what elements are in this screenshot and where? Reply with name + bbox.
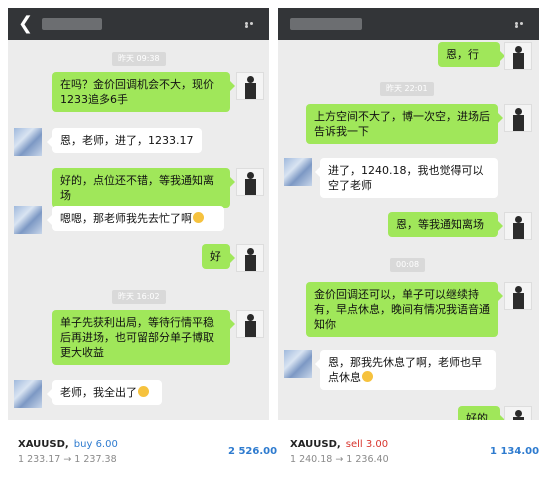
chat-panel-right: 恩，行 昨天 22:01 上方空间不大了，博一次空，进场后告诉我一下 进了，12… (278, 8, 539, 420)
message-incoming: 进了，1240.18，我也觉得可以空了老师 (315, 158, 498, 198)
trade-profit: 1 134.00 (490, 446, 540, 457)
chat-title-blurred (290, 18, 362, 30)
trade-symbol: XAUUSD, (18, 439, 69, 450)
back-arrow-icon[interactable]: ❮ (18, 14, 33, 34)
avatar-teacher (236, 244, 264, 272)
message-outgoing: 单子先获利出局，等待行情平稳后再进场，也可留部分单子博取更大收益 (52, 310, 235, 365)
smile-emoji-icon (193, 212, 204, 223)
more-dots-icon[interactable] (245, 22, 259, 28)
more-dots-icon[interactable] (515, 22, 529, 28)
timestamp: 昨天 22:01 (380, 82, 434, 96)
message-outgoing: 恩，行 (438, 42, 505, 67)
avatar-teacher (504, 42, 532, 70)
message-outgoing: 恩，等我通知离场 (388, 212, 503, 237)
message-incoming: 老师，我全出了 (47, 380, 162, 405)
chat-header: ❮ (8, 8, 269, 40)
chat-header (278, 8, 539, 40)
message-incoming: 恩，老师，进了，1233.17 (47, 128, 202, 153)
trade-profit: 2 526.00 (228, 446, 278, 457)
trade-side: sell 3.00 (345, 439, 389, 450)
message-outgoing: 好 (202, 244, 235, 269)
timestamp: 昨天 09:38 (112, 52, 166, 66)
avatar-teacher (236, 168, 264, 196)
avatar-teacher (504, 282, 532, 310)
avatar-teacher (504, 406, 532, 420)
avatar-teacher (236, 72, 264, 100)
avatar-teacher (236, 310, 264, 338)
message-outgoing: 好的，点位还不错，等我通知离场 (52, 168, 235, 208)
timestamp: 00:08 (390, 258, 426, 272)
message-incoming: 恩，那我先休息了啊，老师也早点休息 (315, 350, 496, 390)
avatar-user (14, 206, 42, 234)
message-outgoing: 金价回调还可以，单子可以继续持有，早点休息，晚间有情况我语音通知你 (306, 282, 503, 337)
avatar-user (14, 128, 42, 156)
trade-prices: 1 233.17 → 1 237.38 (18, 454, 117, 465)
trade-summary: XAUUSD, buy 6.00 1 233.17 → 1 237.38 2 5… (18, 432, 278, 472)
trade-side: buy 6.00 (73, 439, 118, 450)
timestamp: 昨天 16:02 (112, 290, 166, 304)
avatar-user (14, 380, 42, 408)
avatar-teacher (504, 104, 532, 132)
trade-summary: XAUUSD, sell 3.00 1 240.18 → 1 236.40 1 … (290, 432, 550, 472)
message-incoming: 嗯嗯，那老师我先去忙了啊 (47, 206, 224, 231)
message-text: 嗯嗯，那老师我先去忙了啊 (60, 212, 192, 225)
chat-title-blurred (42, 18, 102, 30)
trade-symbol: XAUUSD, (290, 439, 341, 450)
message-outgoing: 上方空间不大了，博一次空，进场后告诉我一下 (306, 104, 503, 144)
message-text: 老师，我全出了 (60, 386, 137, 399)
message-outgoing: 在吗？金价回调机会不大，现价1233追多6手 (52, 72, 235, 112)
chat-panel-left: ❮ 昨天 09:38 在吗？金价回调机会不大，现价1233追多6手 恩，老师，进… (8, 8, 269, 420)
avatar-user (284, 158, 312, 186)
trade-prices: 1 240.18 → 1 236.40 (290, 454, 389, 465)
avatar-teacher (504, 212, 532, 240)
grin-emoji-icon (138, 386, 149, 397)
message-text: 恩，那我先休息了啊，老师也早点休息 (328, 356, 482, 384)
smile-emoji-icon (362, 371, 373, 382)
avatar-user (284, 350, 312, 378)
message-outgoing: 好的 (458, 406, 505, 420)
